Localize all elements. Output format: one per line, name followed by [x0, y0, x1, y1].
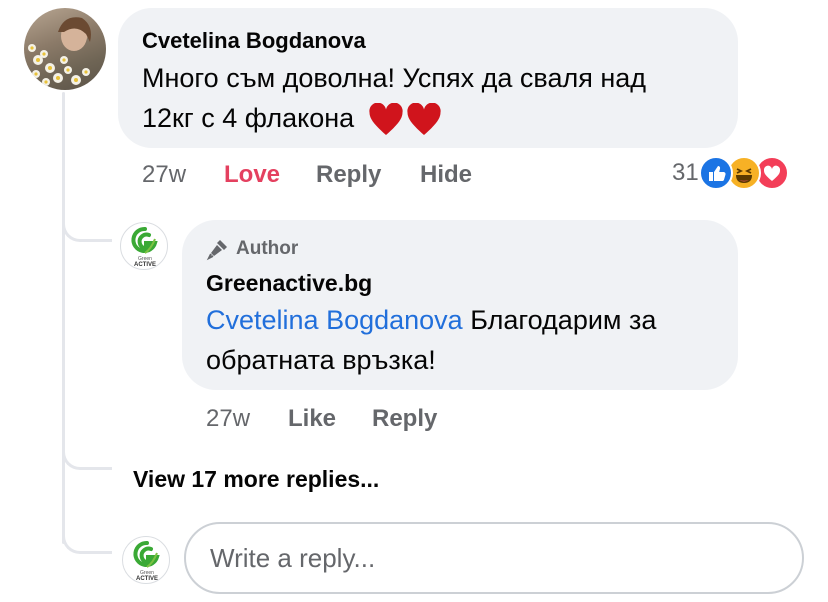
reply-text-line-1: Cvetelina Bogdanova Благодарим за	[206, 300, 656, 340]
heart-emoji-icon	[407, 102, 441, 135]
thread-line	[62, 92, 65, 544]
like-button[interactable]: Like	[288, 405, 336, 433]
reply-text-line-2: обратната връзка!	[206, 345, 436, 375]
svg-text:ACTIVE: ACTIVE	[136, 576, 158, 582]
svg-text:ACTIVE: ACTIVE	[134, 262, 156, 268]
reply-text-after-mention: Благодарим за	[462, 305, 657, 335]
thread-elbow-reply	[62, 220, 112, 242]
mention-link[interactable]: Cvetelina Bogdanova	[206, 305, 463, 335]
hide-button[interactable]: Hide	[420, 161, 472, 189]
greenactive-logo-icon: Green ACTIVE	[133, 541, 160, 582]
microphone-icon	[206, 240, 227, 261]
heart-emojis-icon	[368, 102, 442, 137]
author-badge: Author	[206, 236, 298, 262]
avatar-photo	[28, 17, 91, 86]
reaction-count: 31	[672, 159, 699, 186]
reply-input[interactable]	[184, 522, 804, 594]
reply-button[interactable]: Reply	[316, 161, 381, 189]
commenter-avatar[interactable]	[24, 8, 106, 90]
page-name[interactable]: Greenactive.bg	[206, 270, 372, 297]
like-reaction-icon	[698, 156, 733, 190]
comment-text-line-1: Много съм доволна! Успях да сваля над	[142, 63, 647, 93]
page-avatar[interactable]: Green ACTIVE	[120, 222, 168, 270]
comment-thread: Cvetelina Bogdanova Много съм доволна! У…	[0, 0, 828, 602]
thread-elbow-composer	[62, 532, 112, 554]
comment-author-name[interactable]: Cvetelina Bogdanova	[142, 28, 366, 54]
love-button[interactable]: Love	[224, 161, 280, 189]
comment-timestamp[interactable]: 27w	[142, 161, 186, 189]
comment-text-line-2: 12кг с 4 флакона	[142, 98, 442, 138]
reaction-summary[interactable]: 31	[672, 156, 789, 190]
composer-avatar: Green ACTIVE	[122, 536, 170, 584]
heart-emoji-icon	[369, 102, 403, 135]
thread-elbow-view-more	[62, 448, 112, 470]
reply-reply-button[interactable]: Reply	[372, 405, 437, 433]
greenactive-logo-icon: Green ACTIVE	[131, 227, 158, 268]
view-more-replies-link[interactable]: View 17 more replies...	[133, 466, 379, 493]
comment-text-line-2-text: 12кг с 4 флакона	[142, 103, 355, 133]
author-badge-label: Author	[236, 238, 299, 259]
reply-timestamp[interactable]: 27w	[206, 405, 250, 433]
